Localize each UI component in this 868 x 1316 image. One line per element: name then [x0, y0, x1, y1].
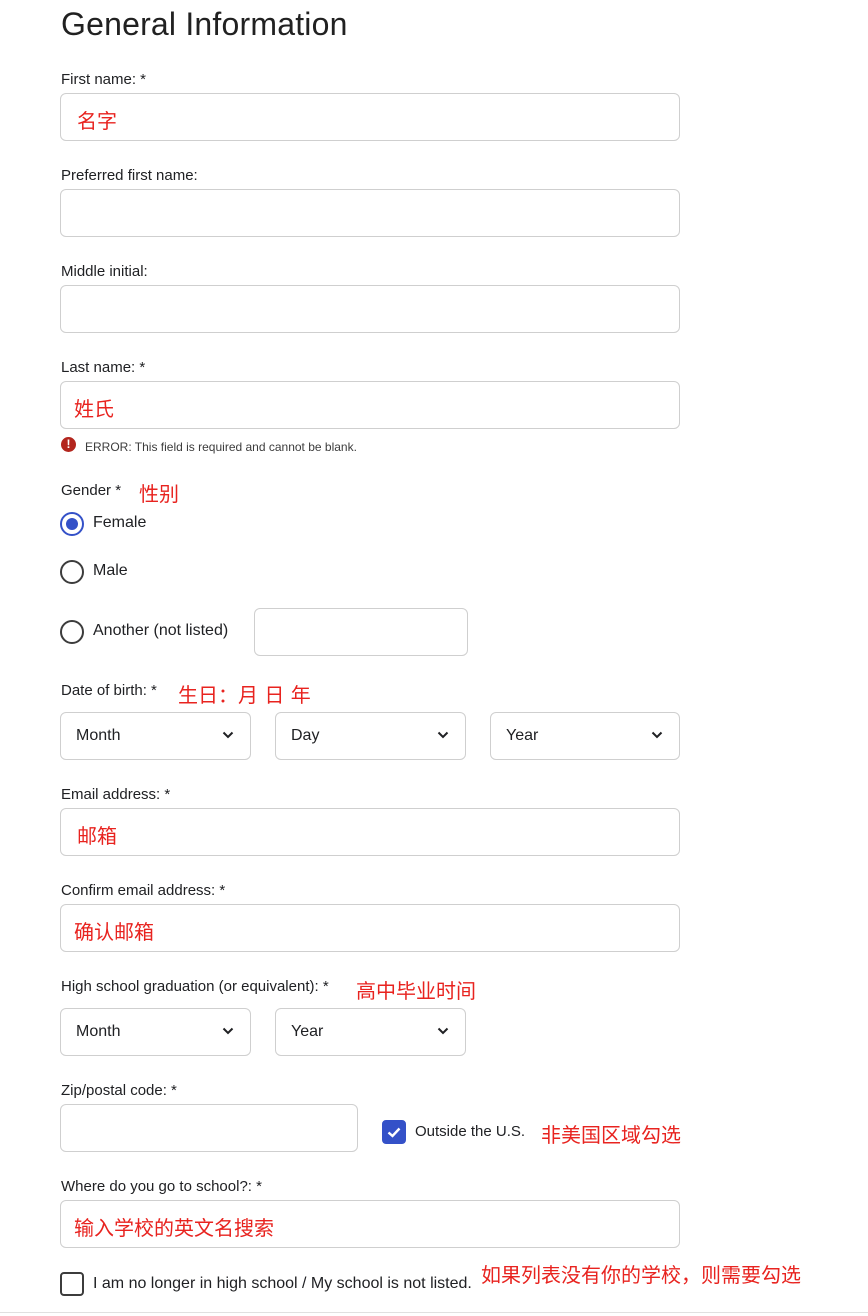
zip-label: Zip/postal code: * [61, 1082, 177, 1099]
school-value: 输入学校的英文名搜索 [74, 1216, 274, 1240]
last-name-input[interactable]: 姓氏 [60, 381, 680, 429]
chevron-down-icon [222, 731, 234, 739]
gender-another-label: Another (not listed) [93, 622, 229, 639]
school-label: Where do you go to school?: * [61, 1178, 262, 1195]
outside-us-checkbox[interactable] [382, 1120, 406, 1144]
preferred-first-name-input[interactable] [60, 189, 680, 237]
hs-graduation-month-value: Month [76, 1023, 121, 1040]
error-icon: ! [61, 437, 76, 452]
school-not-listed-note: 如果列表没有你的学校，则需要勾选 [481, 1263, 801, 1287]
confirm-email-input[interactable]: 确认邮箱 [60, 904, 680, 952]
gender-label: Gender * [61, 482, 122, 499]
page-title: General Information [61, 6, 348, 42]
hs-graduation-note: 高中毕业时间 [356, 979, 476, 1003]
middle-initial-label: Middle initial: [61, 263, 148, 280]
chevron-down-icon [437, 1027, 449, 1035]
dob-label: Date of birth: * [61, 682, 157, 699]
gender-female-label: Female [93, 514, 147, 531]
dob-month-select[interactable]: Month [60, 712, 251, 760]
gender-another-input[interactable] [254, 608, 468, 656]
dob-year-value: Year [506, 727, 539, 744]
hs-graduation-year-value: Year [291, 1023, 324, 1040]
checkmark-icon [387, 1127, 401, 1138]
last-name-label: Last name: * [61, 359, 146, 376]
dob-day-value: Day [291, 727, 320, 744]
school-search-input[interactable]: 输入学校的英文名搜索 [60, 1200, 680, 1248]
outside-us-note: 非美国区域勾选 [541, 1123, 681, 1147]
hs-graduation-label: High school graduation (or equivalent): … [61, 978, 329, 995]
email-value: 邮箱 [77, 824, 117, 848]
school-not-listed-checkbox[interactable] [60, 1272, 84, 1296]
email-label: Email address: * [61, 786, 171, 803]
bottom-divider [0, 1312, 868, 1313]
chevron-down-icon [437, 731, 449, 739]
hs-graduation-year-select[interactable]: Year [275, 1008, 466, 1056]
email-input[interactable]: 邮箱 [60, 808, 680, 856]
last-name-value: 姓氏 [74, 397, 114, 421]
preferred-first-name-label: Preferred first name: [61, 167, 198, 184]
last-name-error: ERROR: This field is required and cannot… [85, 440, 357, 454]
chevron-down-icon [651, 731, 663, 739]
first-name-label: First name: * [61, 71, 147, 88]
confirm-email-label: Confirm email address: * [61, 882, 226, 899]
chevron-down-icon [222, 1027, 234, 1035]
school-not-listed-label: I am no longer in high school / My schoo… [93, 1275, 472, 1292]
gender-note: 性别 [139, 482, 179, 506]
gender-male-radio[interactable] [60, 560, 84, 584]
outside-us-label: Outside the U.S. [415, 1123, 526, 1140]
confirm-email-value: 确认邮箱 [74, 920, 154, 944]
gender-another-radio[interactable] [60, 620, 84, 644]
dob-day-select[interactable]: Day [275, 712, 466, 760]
first-name-value: 名字 [77, 109, 117, 133]
first-name-input[interactable]: 名字 [60, 93, 680, 141]
gender-male-label: Male [93, 562, 128, 579]
zip-input[interactable] [60, 1104, 358, 1152]
middle-initial-input[interactable] [60, 285, 680, 333]
dob-year-select[interactable]: Year [490, 712, 680, 760]
dob-note: 生日：月 日 年 [178, 683, 311, 707]
hs-graduation-month-select[interactable]: Month [60, 1008, 251, 1056]
gender-female-radio[interactable] [60, 512, 84, 536]
dob-month-value: Month [76, 727, 121, 744]
